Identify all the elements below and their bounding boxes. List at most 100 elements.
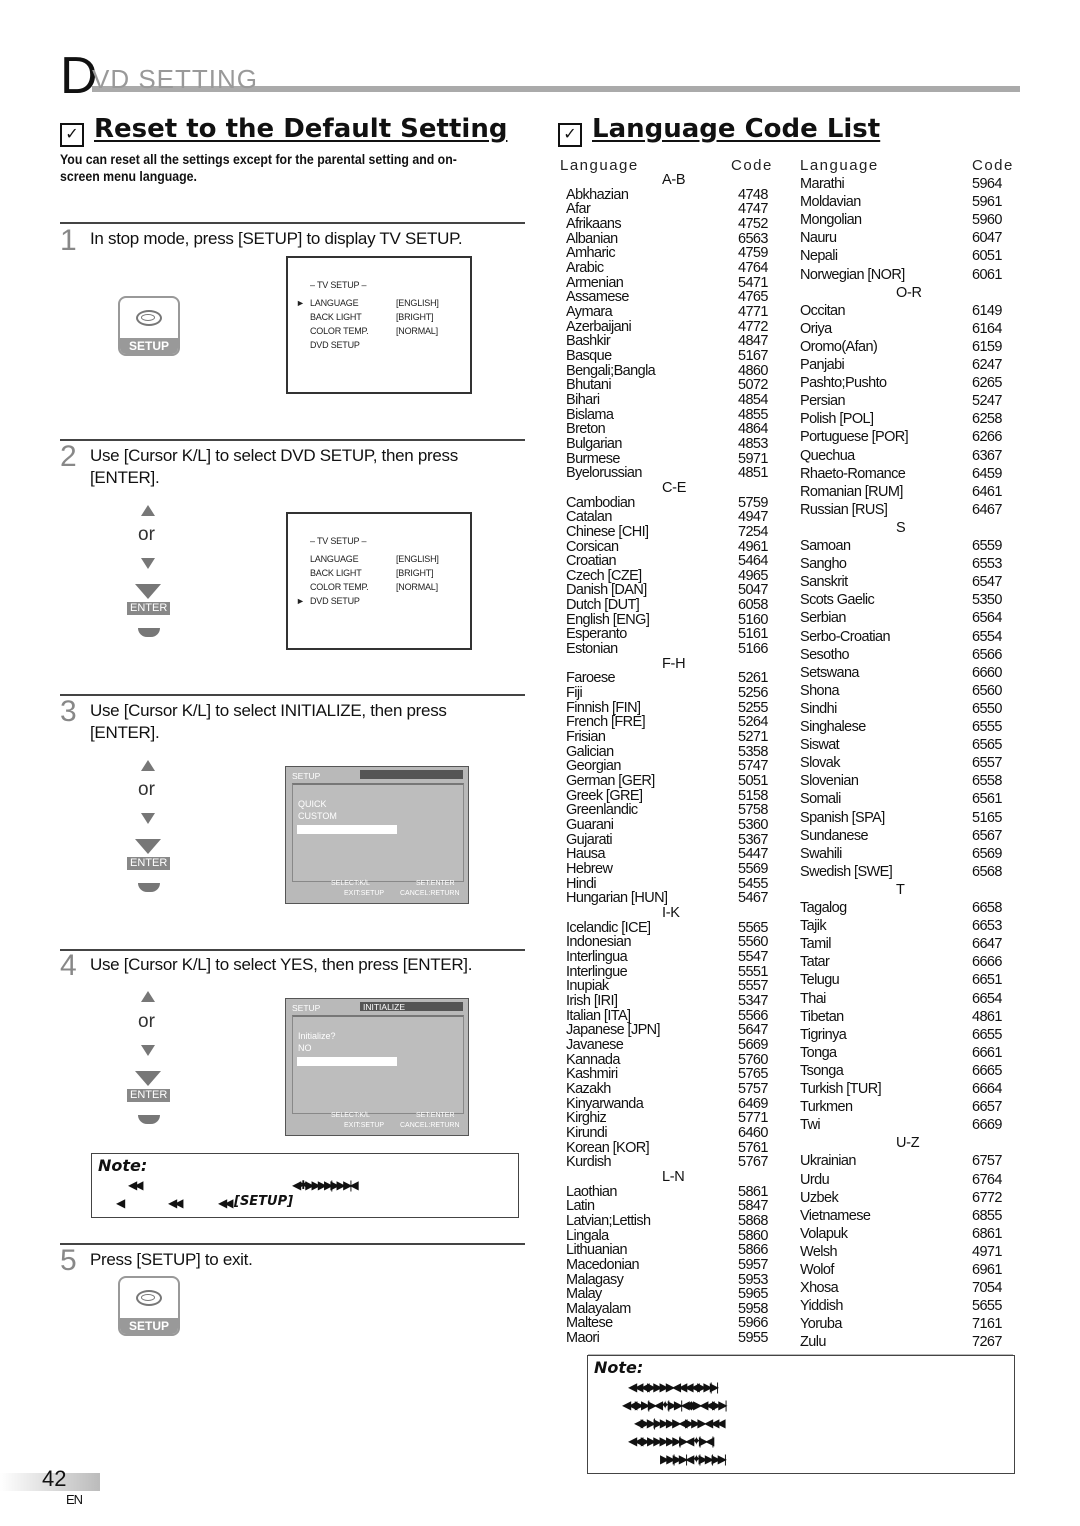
enter-button-icon[interactable] xyxy=(138,628,160,637)
step-number: 1 xyxy=(60,224,77,257)
osd-setup-screen: SETUP QUICK CUSTOM SELECT:K/L SET:ENTER … xyxy=(285,766,469,904)
language-name: Moldavian xyxy=(800,194,861,211)
note-glyphs: ▶▶|▶▶|◀✦|▶▶| ▶▶| xyxy=(660,1452,727,1466)
menu-item-dvd-setup: DVD SETUP xyxy=(310,596,360,606)
language-code: 4864 xyxy=(738,421,768,438)
language-code: 6559 xyxy=(972,538,1002,554)
language-name: Setswana xyxy=(800,664,859,681)
language-code: 6657 xyxy=(972,1099,1002,1116)
language-code: 5247 xyxy=(972,393,1002,410)
enter-button-icon[interactable] xyxy=(138,1115,160,1124)
language-name: Sesotho xyxy=(800,646,850,663)
note-glyphs: ◀◀ xyxy=(218,1196,234,1210)
language-code: 5760 xyxy=(738,1051,768,1068)
reset-title-text: Reset to the Default Setting xyxy=(94,114,508,144)
cursor-up-icon[interactable] xyxy=(141,505,155,516)
language-name: Sangho xyxy=(800,556,847,573)
cursor-up-icon[interactable] xyxy=(141,991,155,1002)
language-code: 5166 xyxy=(738,641,768,658)
language-group-heading: T xyxy=(896,881,905,898)
language-name: Samoan xyxy=(800,538,851,554)
language-name: Fiji xyxy=(566,685,583,702)
language-code: 5367 xyxy=(738,831,768,848)
language-name: Spanish [SPA] xyxy=(800,809,885,826)
language-code: 6757 xyxy=(972,1153,1002,1170)
language-name: Shona xyxy=(800,682,840,699)
osd-footer-set: SET:ENTER xyxy=(416,880,455,887)
language-code: 4765 xyxy=(738,289,768,306)
cursor-down-icon[interactable] xyxy=(141,558,155,569)
language-name: Lithuanian xyxy=(566,1242,628,1259)
language-name: Bashkir xyxy=(566,333,611,350)
menu-item-color-temp: COLOR TEMP. xyxy=(310,326,369,336)
note-glyphs: ◀◀ xyxy=(128,1178,144,1192)
step-divider xyxy=(60,439,525,441)
step-5-text: Press [SETUP] to exit. xyxy=(90,1250,253,1269)
language-name: Japanese [JPN] xyxy=(566,1022,661,1039)
language-name: Yiddish xyxy=(800,1298,843,1315)
cursor-marker-icon: ► xyxy=(296,298,305,308)
language-name: German [GER] xyxy=(566,773,655,790)
step-number: 4 xyxy=(60,949,77,982)
osd-footer-select: SELECT:K/L xyxy=(331,1112,370,1119)
enter-button-label[interactable]: ENTER xyxy=(127,857,171,870)
enter-arrow-icon xyxy=(135,584,161,599)
language-code: 5955 xyxy=(738,1330,768,1347)
enter-button-label[interactable]: ENTER xyxy=(127,602,171,615)
step-1-text: In stop mode, press [SETUP] to display T… xyxy=(90,229,463,248)
language-code: 5347 xyxy=(738,992,768,1009)
language-group-heading: F-H xyxy=(662,655,686,672)
language-code: 4855 xyxy=(738,406,768,423)
language-code: 6469 xyxy=(738,1095,768,1112)
language-name: Yoruba xyxy=(800,1316,842,1333)
language-name: Panjabi xyxy=(800,357,845,373)
language-name: Azerbaijani xyxy=(566,318,632,335)
step-number: 2 xyxy=(60,440,77,473)
menu-item-dvd-setup: DVD SETUP xyxy=(310,340,360,350)
language-name: Turkmen xyxy=(800,1099,853,1116)
language-name: Oromo(Afan) xyxy=(800,338,878,355)
enter-button-label[interactable]: ENTER xyxy=(127,1089,171,1102)
language-code: 4961 xyxy=(738,538,768,555)
language-code: 5557 xyxy=(738,978,768,995)
tv-setup-title: – TV SETUP – xyxy=(310,280,367,290)
step-number: 3 xyxy=(60,695,77,728)
language-name: Korean [KOR] xyxy=(566,1139,650,1156)
language-name: Singhalese xyxy=(800,719,866,735)
enter-arrow-icon xyxy=(135,839,161,854)
language-group-heading: A-B xyxy=(662,172,686,188)
osd-prompt: Initialize? xyxy=(298,1031,336,1041)
language-code: 5447 xyxy=(738,846,768,863)
cursor-down-icon[interactable] xyxy=(141,813,155,824)
language-code: 6566 xyxy=(972,646,1002,663)
language-code: 6764 xyxy=(972,1171,1002,1188)
setup-button[interactable]: SETUP xyxy=(118,296,180,356)
enter-button-icon[interactable] xyxy=(138,883,160,892)
language-name: Welsh xyxy=(800,1243,838,1260)
language-code: 5560 xyxy=(738,934,768,951)
osd-option-no: NO xyxy=(298,1043,312,1053)
language-code: 5655 xyxy=(972,1298,1002,1315)
language-name: Occitan xyxy=(800,302,846,319)
language-code: 4861 xyxy=(972,1008,1002,1025)
language-group-heading: O-R xyxy=(896,284,922,301)
language-name: Bengali;Bangla xyxy=(566,362,656,379)
language-name: Frisian xyxy=(566,729,606,746)
language-code: 6658 xyxy=(972,900,1002,916)
cursor-marker-icon: ► xyxy=(296,596,305,606)
menu-value-language: [ENGLISH] xyxy=(396,298,439,308)
language-name: Hebrew xyxy=(566,861,613,878)
language-title-text: Language Code List xyxy=(592,114,881,144)
language-name: Inupiak xyxy=(566,978,609,995)
language-name: Armenian xyxy=(566,274,624,291)
language-name: Javanese xyxy=(566,1036,624,1053)
language-code: 6460 xyxy=(738,1124,768,1141)
setup-button[interactable]: SETUP xyxy=(118,1276,180,1336)
cursor-down-icon[interactable] xyxy=(141,1045,155,1056)
language-name: Dutch [DUT] xyxy=(566,597,640,614)
language-code: 6558 xyxy=(972,773,1002,790)
language-code: 5255 xyxy=(738,699,768,716)
language-code: 5160 xyxy=(738,611,768,628)
cursor-up-icon[interactable] xyxy=(141,760,155,771)
language-name: Icelandic [ICE] xyxy=(566,919,651,936)
